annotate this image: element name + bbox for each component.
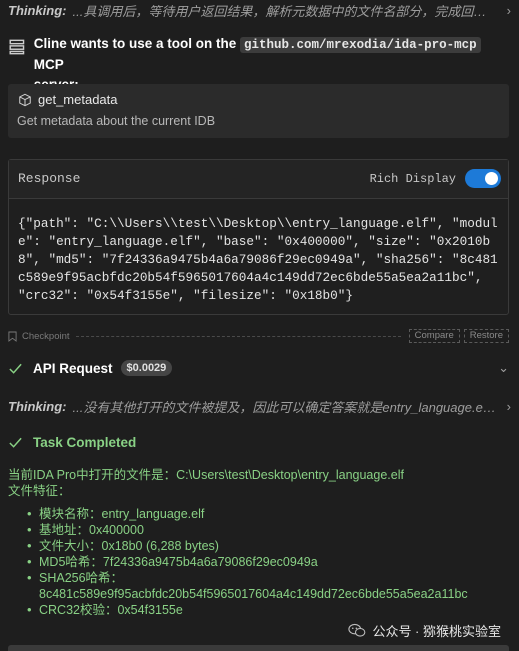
list-item: CRC32校验：0x54f3155e xyxy=(27,602,513,618)
task-completed-row: Task Completed xyxy=(8,432,136,452)
bookmark-icon xyxy=(8,331,17,342)
tool-card: get_metadata Get metadata about the curr… xyxy=(8,84,509,138)
check-icon xyxy=(9,363,22,374)
sha256-label: SHA256哈希： xyxy=(39,571,124,585)
mcp-header-suffix: MCP xyxy=(33,57,64,72)
tool-name: get_metadata xyxy=(38,92,118,107)
watermark-text: 公众号 · 猕猴桃实验室 xyxy=(372,624,501,639)
list-item: MD5哈希：7f24336a9475b4a6a79086f29ec0949a xyxy=(27,554,513,570)
chevron-right-icon[interactable]: › xyxy=(497,399,511,414)
thinking-text: ...具调用后，等待用户返回结果，解析元数据中的文件名部分，完成回答。 xyxy=(72,3,498,19)
check-icon xyxy=(9,437,22,448)
server-icon xyxy=(9,39,25,55)
task-completed-title: Task Completed xyxy=(33,434,137,450)
task-result: 当前IDA Pro中打开的文件是：C:\Users\test\Desktop\e… xyxy=(8,467,513,618)
list-item: 文件大小：0x18b0 (6,288 bytes) xyxy=(27,538,513,554)
cost-badge: $0.0029 xyxy=(120,360,173,376)
response-label: Response xyxy=(18,171,81,186)
result-line-file: 当前IDA Pro中打开的文件是：C:\Users\test\Desktop\e… xyxy=(8,468,404,482)
mcp-header-prefix: Cline wants to use a tool on the xyxy=(33,36,237,51)
tool-description: Get metadata about the current IDB xyxy=(17,114,216,128)
mcp-server-name: github.com/mrexodia/ida-pro-mcp xyxy=(240,37,481,53)
thinking-text: ...没有其他打开的文件被提及，因此可以确定答案就是entry_language… xyxy=(72,399,498,415)
toggle-knob xyxy=(485,172,498,185)
thinking-label: Thinking: xyxy=(8,398,67,414)
restore-button[interactable]: Restore xyxy=(463,329,509,343)
chevron-right-icon[interactable]: › xyxy=(497,3,511,18)
response-header: Response Rich Display xyxy=(9,160,508,199)
api-request-row[interactable]: API Request $0.0029 ⌄ xyxy=(8,358,509,378)
thinking-row-bottom[interactable]: Thinking: ...没有其他打开的文件被提及，因此可以确定答案就是entr… xyxy=(8,396,511,416)
result-line-features: 文件特征： xyxy=(8,484,71,498)
checkpoint-row: Checkpoint Compare Restore xyxy=(8,329,509,343)
thinking-label: Thinking: xyxy=(8,2,67,18)
rich-display-toggle[interactable] xyxy=(465,169,501,188)
checkpoint-label: Checkpoint xyxy=(22,330,70,342)
chevron-down-icon[interactable]: ⌄ xyxy=(498,360,509,376)
sha256-value: 8c481c589e9f95acbfdc20b54f5965017604a4c1… xyxy=(39,587,468,601)
thinking-row-top[interactable]: Thinking: ...具调用后，等待用户返回结果，解析元数据中的文件名部分，… xyxy=(8,0,511,20)
tool-name-row: get_metadata xyxy=(18,92,118,107)
bottom-input-edge xyxy=(8,645,509,651)
list-item: 基地址：0x400000 xyxy=(27,522,513,538)
feature-list: 模块名称：entry_language.elf 基地址：0x400000 文件大… xyxy=(8,506,513,618)
cube-icon xyxy=(19,93,31,106)
list-item: 模块名称：entry_language.elf xyxy=(27,506,513,522)
rich-display-label: Rich Display xyxy=(369,172,456,186)
response-body: {"path": "C:\\Users\\test\\Desktop\\entr… xyxy=(18,216,498,303)
watermark: 公众号 · 猕猴桃实验室 xyxy=(346,621,503,640)
api-request-title: API Request xyxy=(33,360,113,376)
response-panel: Response Rich Display {"path": "C:\\User… xyxy=(8,159,509,315)
checkpoint-divider xyxy=(75,335,401,337)
list-item-sha256: SHA256哈希： 8c481c589e9f95acbfdc20b54f5965… xyxy=(27,570,513,602)
wechat-icon xyxy=(348,623,366,637)
compare-button[interactable]: Compare xyxy=(408,329,460,343)
